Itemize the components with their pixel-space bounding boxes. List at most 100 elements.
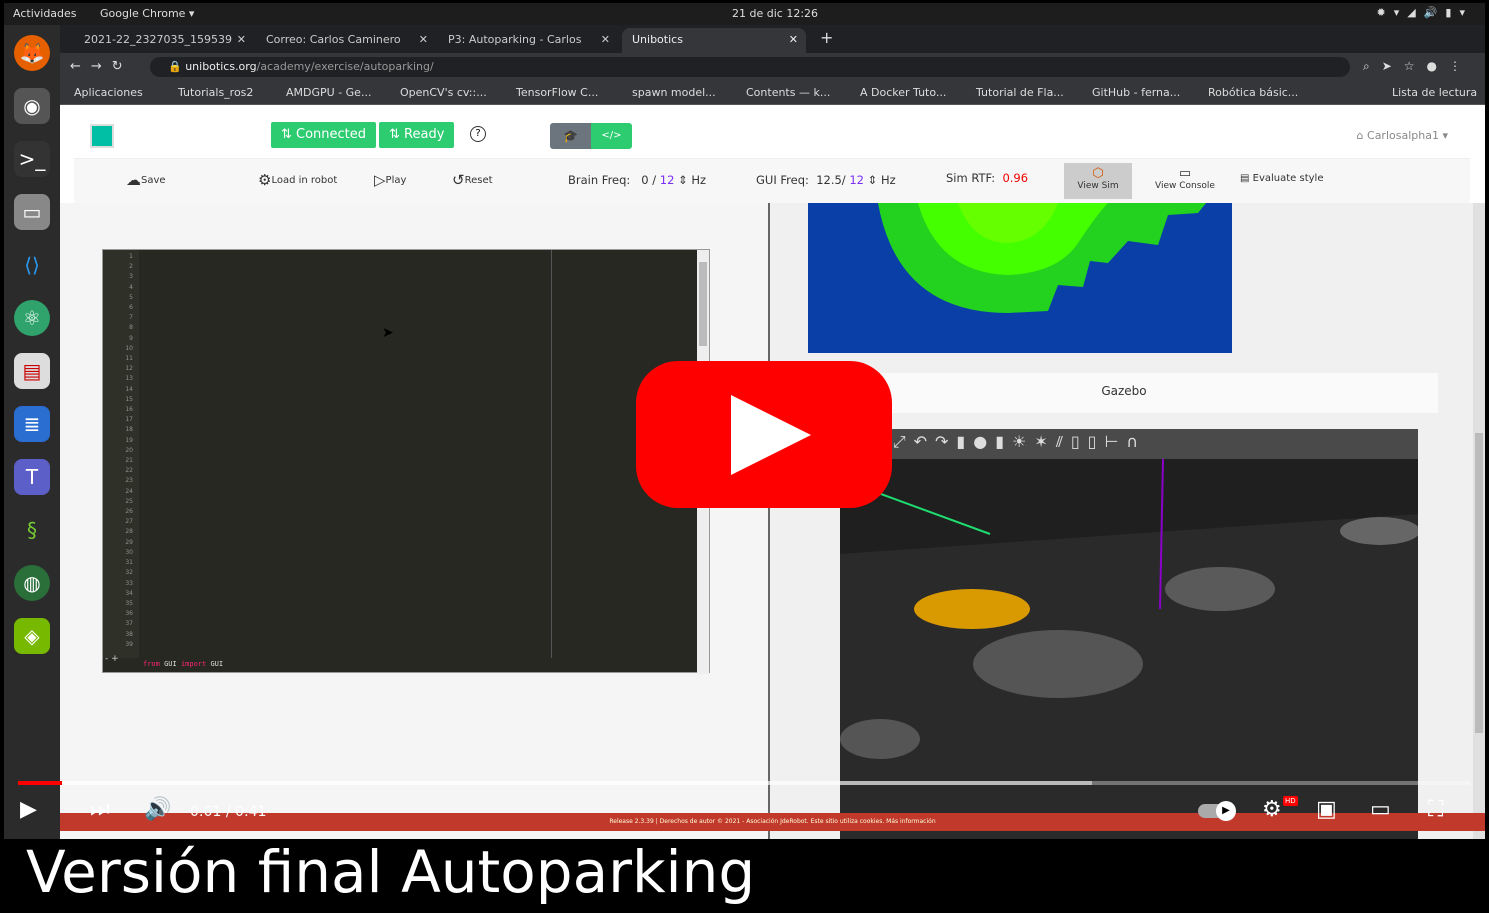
app-navbar: ⇅ Connected ⇅ Ready ? 🎓 </> ⌂ Carlosalph…	[74, 113, 1470, 159]
keyword-import: import	[180, 660, 207, 668]
tab-label: 2021-22_2327035_159539	[84, 33, 232, 46]
code-icon[interactable]: </>	[591, 123, 632, 149]
bookmark[interactable]: AMDGPU - Ge...	[286, 86, 371, 99]
close-icon[interactable]: ✕	[237, 33, 246, 46]
atom-icon[interactable]: ⚛	[14, 300, 50, 336]
browser-tab-strip: 2021-22_2327035_159539 ✕ Correo: Carlos C…	[60, 25, 1485, 53]
bookmark[interactable]: Tutorials_ros2	[178, 86, 253, 99]
firefox-icon[interactable]: 🦊	[14, 35, 50, 71]
new-tab-icon[interactable]: +	[820, 28, 833, 47]
play-label: Play	[385, 175, 407, 186]
bookmark[interactable]: OpenCV's cv::...	[400, 86, 487, 99]
activities-label[interactable]: Actividades	[13, 7, 77, 20]
page-scrollbar[interactable]	[1473, 203, 1485, 839]
browser-action-icons[interactable]: ⌕➤☆●⋮	[1363, 59, 1473, 74]
bookmark[interactable]: Tutorial de Fla...	[976, 86, 1064, 99]
tab-2[interactable]: Correo: Carlos Caminero ✕	[256, 28, 436, 53]
chrome-icon[interactable]: ◉	[14, 88, 50, 124]
graduation-cap-icon[interactable]: 🎓	[550, 123, 591, 149]
gui-freq-label: GUI Freq:	[756, 173, 809, 187]
tab-label: Unibotics	[632, 33, 683, 46]
gui-freq: GUI Freq: 12.5/ 12 ⇕ Hz	[756, 173, 896, 187]
hd-badge: HD	[1283, 796, 1298, 806]
fullscreen-icon[interactable]: ⛶	[1428, 797, 1443, 822]
close-icon[interactable]: ✕	[419, 33, 428, 46]
connected-button[interactable]: ⇅ Connected	[271, 122, 377, 148]
stepper-icon[interactable]: ⇕	[678, 173, 688, 187]
editor-zoom-controls[interactable]: - +	[105, 654, 141, 672]
close-icon[interactable]: ✕	[789, 33, 798, 46]
code-editor[interactable]: 1 2 3 4 5 6 7 8 9 10 11 12 13 14 15 16 1…	[102, 249, 710, 674]
dock: 🦊 ◉ >_ ▭ ⟨⟩ ⚛ ▤ ≣ T § ◍ ◈	[4, 25, 60, 839]
navigation-icons[interactable]: ←→↻	[70, 59, 133, 74]
settings-gear-icon[interactable]: ⚙	[1262, 797, 1282, 822]
gui-freq-target[interactable]: 12	[849, 173, 864, 187]
played-bar	[18, 781, 62, 785]
scroll-thumb[interactable]	[1475, 433, 1483, 733]
ready-button[interactable]: ⇅ Ready	[379, 122, 455, 148]
address-bar-row: ←→↻ 🔒 unibotics.org/academy/exercise/aut…	[60, 53, 1485, 81]
gazebo-toolbar-icons[interactable]: ✥↻⤢↶↷▮●▮☀✶⫽▯▯⊢∩	[840, 429, 1418, 459]
url-host: unibotics.org	[185, 60, 257, 73]
bookmark[interactable]: Aplicaciones	[74, 86, 143, 99]
bookmark[interactable]: spawn model...	[632, 86, 716, 99]
print-margin	[551, 250, 552, 658]
unibotics-logo[interactable]	[90, 124, 114, 148]
url-path: /academy/exercise/autoparking/	[256, 60, 434, 73]
system-tray-icons[interactable]: ✹▾◢🔊▮▾	[1377, 6, 1473, 19]
evaluate-style-button[interactable]: ▤ Evaluate style	[1240, 173, 1323, 184]
cube-icon: ⬡	[1092, 166, 1104, 181]
save-button[interactable]: ☁Save	[126, 171, 166, 189]
bookmark[interactable]: A Docker Tuto...	[860, 86, 946, 99]
bookmark[interactable]: Contents — k...	[746, 86, 830, 99]
module-name: GUI	[164, 660, 177, 668]
reading-list[interactable]: Lista de lectura	[1392, 86, 1477, 99]
bookmark[interactable]: TensorFlow C...	[516, 86, 598, 99]
sim-rtf: Sim RTF: 0.96	[946, 171, 1028, 185]
next-icon[interactable]: ⏭	[90, 797, 110, 822]
teams-icon[interactable]: T	[14, 459, 50, 495]
autoplay-toggle[interactable]: ▶	[1198, 801, 1236, 821]
view-console-button[interactable]: ▭ View Console	[1150, 163, 1220, 199]
view-sim-button[interactable]: ⬡ View Sim	[1064, 163, 1132, 199]
files-icon[interactable]: ▭	[14, 194, 50, 230]
document-viewer-icon[interactable]: ▤	[14, 353, 50, 389]
bookmark[interactable]: GitHub - ferna...	[1092, 86, 1180, 99]
video-frame: Actividades Google Chrome ▾ 21 de dic 12…	[0, 0, 1489, 913]
globe-icon[interactable]: ◍	[14, 565, 50, 601]
gui-freq-value: 12.5/	[816, 173, 846, 187]
load-in-robot-button[interactable]: ⚙Load in robot	[258, 171, 337, 189]
brain-freq-target[interactable]: 12	[660, 173, 675, 187]
keyword-from: from	[143, 660, 160, 668]
line-number-gutter: 1 2 3 4 5 6 7 8 9 10 11 12 13 14 15 16 1…	[103, 250, 139, 658]
help-icon[interactable]: ?	[470, 126, 486, 142]
video-progress-bar[interactable]	[18, 781, 1470, 785]
url-field[interactable]: 🔒 unibotics.org/academy/exercise/autopar…	[150, 57, 1350, 77]
volume-icon[interactable]: 🔊	[144, 797, 171, 822]
user-menu[interactable]: ⌂ Carlosalpha1 ▾	[1357, 129, 1448, 142]
parked-car	[840, 719, 920, 759]
tab-3[interactable]: P3: Autoparking - Carlos ✕	[438, 28, 618, 53]
tab-4-active[interactable]: Unibotics ✕	[622, 28, 806, 53]
scroll-thumb[interactable]	[699, 262, 707, 346]
bookmark[interactable]: Robótica básic...	[1208, 86, 1298, 99]
snake-icon[interactable]: §	[14, 512, 50, 548]
reset-button[interactable]: ↺Reset	[452, 171, 493, 189]
miniplayer-icon[interactable]: ▣	[1316, 797, 1337, 822]
youtube-play-button[interactable]	[636, 361, 892, 508]
vscode-icon[interactable]: ⟨⟩	[14, 247, 50, 283]
tab-1[interactable]: 2021-22_2327035_159539 ✕	[74, 28, 254, 53]
stepper-icon[interactable]: ⇕	[868, 173, 878, 187]
app-menu[interactable]: Google Chrome ▾	[100, 7, 194, 20]
play-button[interactable]: ▷Play	[374, 171, 406, 189]
writer-icon[interactable]: ≣	[14, 406, 50, 442]
clock[interactable]: 21 de dic 12:26	[732, 7, 818, 20]
terminal-icon[interactable]: >_	[14, 141, 50, 177]
play-icon[interactable]: ▶	[20, 797, 37, 822]
nvidia-icon[interactable]: ◈	[14, 618, 50, 654]
simulation-pane: Gazebo ✥↻⤢↶↷▮●▮☀✶⫽▯▯⊢∩	[770, 203, 1485, 839]
sim-rtf-label: Sim RTF:	[946, 171, 996, 185]
gazebo-viewport[interactable]: ✥↻⤢↶↷▮●▮☀✶⫽▯▯⊢∩	[840, 429, 1418, 839]
theater-mode-icon[interactable]: ▭	[1370, 797, 1391, 822]
close-icon[interactable]: ✕	[601, 33, 610, 46]
